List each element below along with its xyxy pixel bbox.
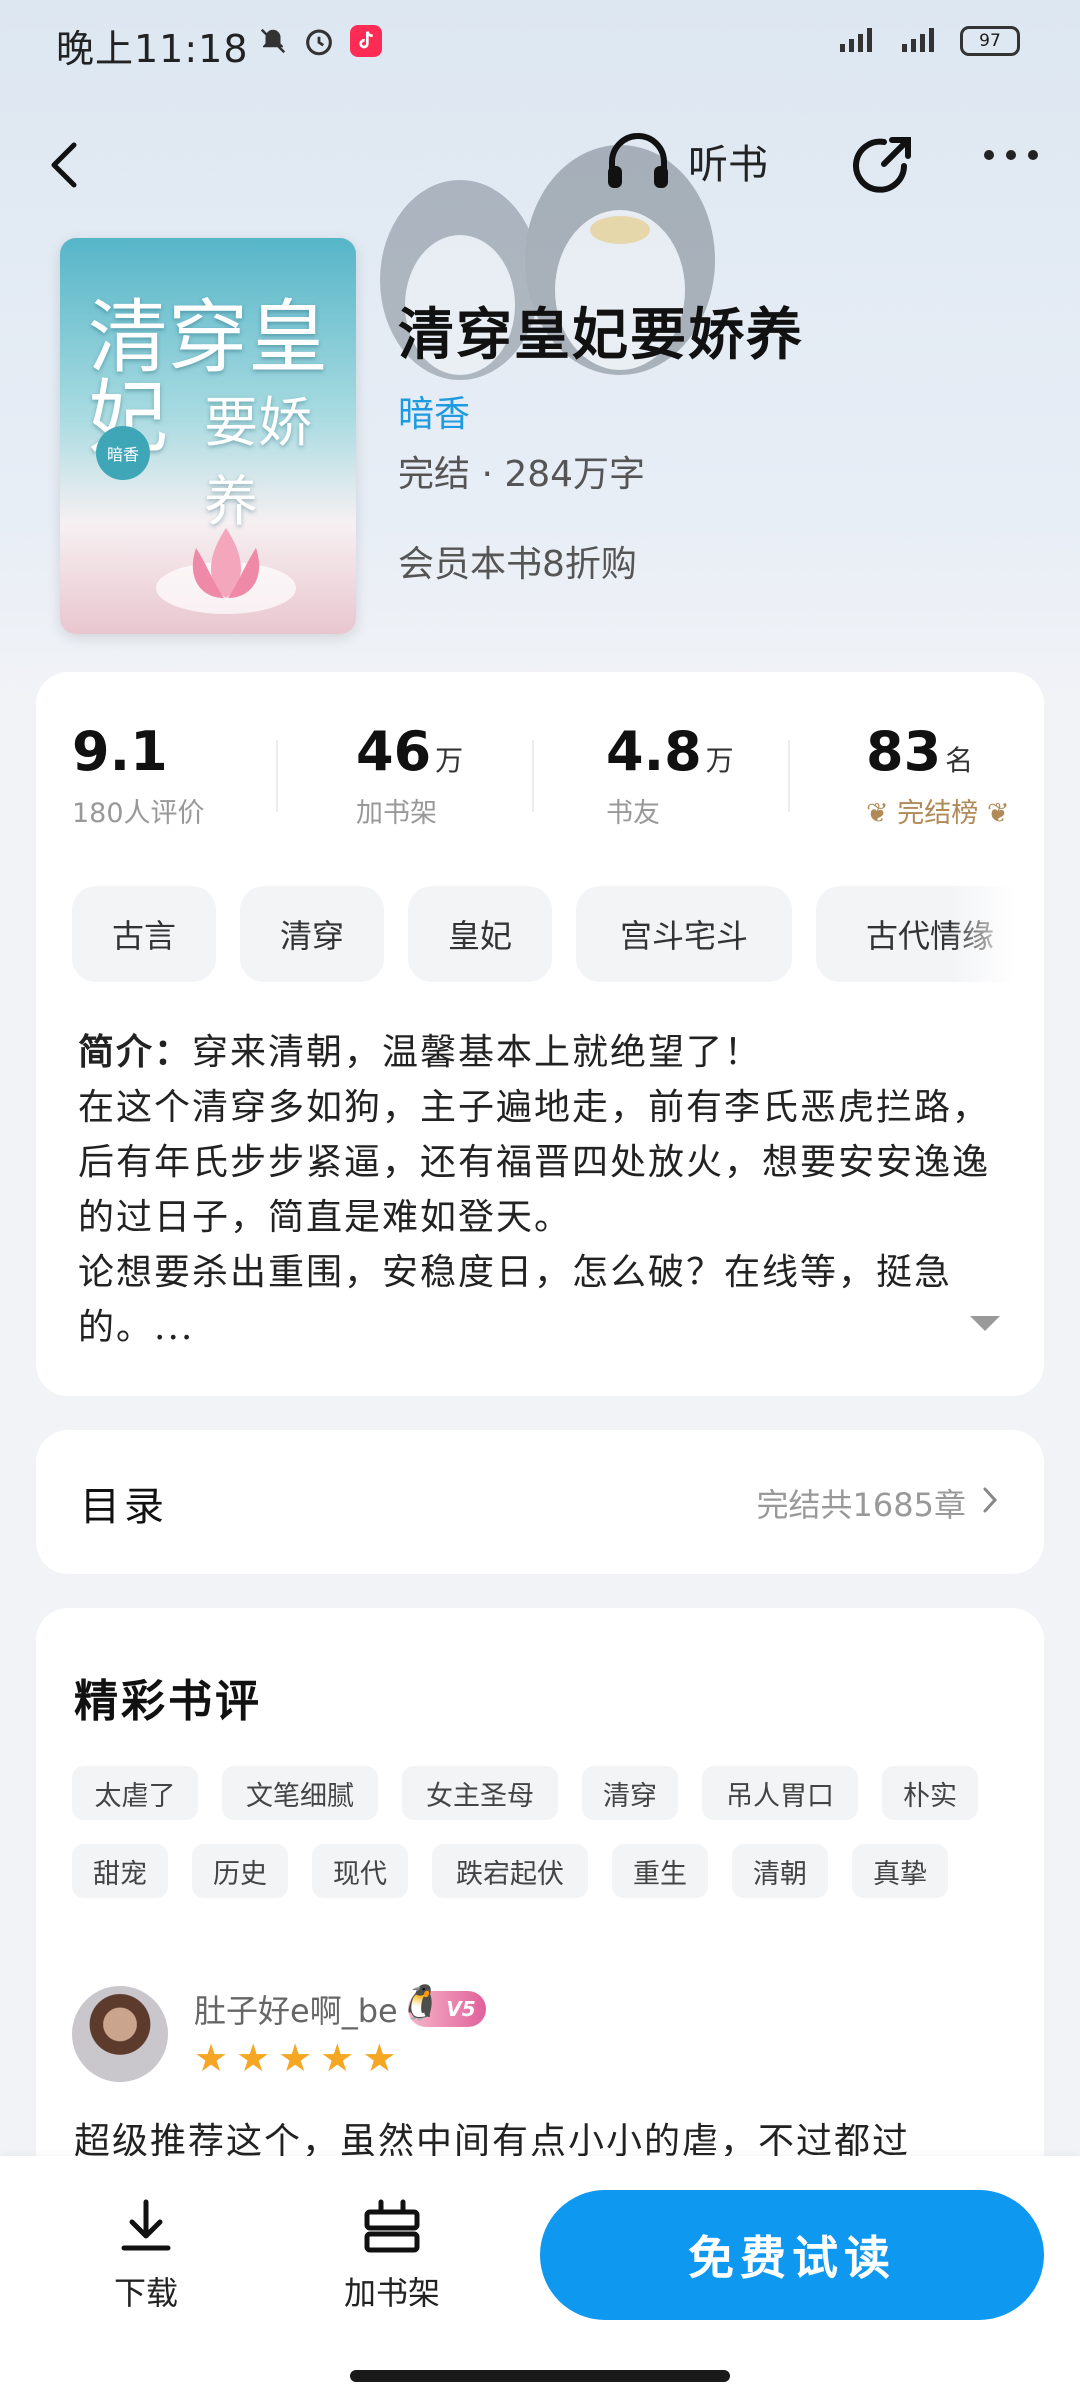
- toc-title: 目录: [80, 1484, 168, 1530]
- book-title: 清穿皇妃要娇养: [398, 302, 804, 368]
- penguin-icon: 🐧: [397, 1983, 441, 2023]
- genre-tag[interactable]: 古言: [72, 886, 216, 982]
- download-button[interactable]: 下载: [114, 2196, 178, 2314]
- laurel-right-icon: ❦: [986, 798, 1010, 829]
- review-tag[interactable]: 历史: [192, 1844, 288, 1898]
- review-text[interactable]: 超级推荐这个，虽然中间有点小小的虐，不过都过: [74, 2112, 1014, 2160]
- vip-level-badge: 🐧 V5: [398, 1983, 486, 2027]
- review-tag[interactable]: 朴实: [882, 1766, 978, 1820]
- intro-paragraph: 在这个清穿多如狗，主子遍地走，前有李氏恶虎拦路，后有年氏步步紧逼，还有福晋四处放…: [78, 1087, 991, 1238]
- cover-author-seal: 暗香: [96, 426, 150, 480]
- status-time: 晚上11:18: [56, 27, 249, 71]
- intro-label: 简介：: [78, 1031, 193, 1073]
- review-tag[interactable]: 文笔细腻: [222, 1766, 378, 1820]
- expand-intro-icon[interactable]: [970, 1316, 1000, 1331]
- add-to-shelf-label: 加书架: [344, 2274, 441, 2312]
- reviewer-info[interactable]: 肚子好e啊_be 🐧 V5: [194, 1983, 486, 2032]
- listen-button[interactable]: 听书: [604, 130, 768, 192]
- book-cover[interactable]: 清穿皇妃 要娇养 暗香: [60, 238, 356, 634]
- genre-tag[interactable]: 皇妃: [408, 886, 552, 982]
- star-icon: ★: [194, 2036, 229, 2080]
- review-rating-stars: ★ ★ ★ ★ ★: [194, 2036, 396, 2080]
- more-options-button[interactable]: [984, 150, 1038, 160]
- book-status: 完结 · 284万字: [398, 454, 646, 495]
- signal-4g-icon: [898, 24, 944, 58]
- more-dot-icon: [984, 150, 994, 160]
- silent-bell-icon: [258, 26, 288, 60]
- battery-indicator: 97: [960, 26, 1020, 56]
- listen-label: 听书: [688, 142, 768, 188]
- vip-discount-text[interactable]: 会员本书8折购: [398, 535, 637, 587]
- genre-tag[interactable]: 宫斗宅斗: [576, 886, 792, 982]
- stat-readers[interactable]: 4.8 万 书友: [606, 720, 734, 830]
- review-tag[interactable]: 重生: [612, 1844, 708, 1898]
- bookshelf-icon: [357, 2196, 427, 2268]
- review-tag[interactable]: 甜宠: [72, 1844, 168, 1898]
- reviews-title: 精彩书评: [74, 1676, 262, 1727]
- review-tag[interactable]: 清穿: [582, 1766, 678, 1820]
- chevron-right-icon: [982, 1484, 998, 1522]
- stat-rating[interactable]: 9.1 180人评价: [72, 720, 205, 830]
- book-author-link[interactable]: 暗香: [398, 385, 470, 437]
- star-icon: ★: [236, 2036, 271, 2080]
- stat-rank[interactable]: 83 名 ❦ 完结榜 ❦: [866, 720, 1009, 830]
- stat-rating-label: 180人评价: [72, 798, 205, 829]
- lotus-illustration: [156, 528, 296, 614]
- stat-divider: [788, 740, 790, 812]
- download-icon: [116, 2196, 176, 2268]
- share-button[interactable]: [848, 130, 918, 200]
- stat-bookshelf[interactable]: 46 万 加书架: [356, 720, 463, 830]
- stat-divider: [276, 740, 278, 812]
- back-button[interactable]: [40, 135, 90, 195]
- free-read-button[interactable]: 免费试读: [540, 2190, 1044, 2320]
- review-tag[interactable]: 清朝: [732, 1844, 828, 1898]
- signal-5g-icon: [836, 24, 882, 58]
- headphones-icon: [604, 130, 672, 192]
- laurel-left-icon: ❦: [866, 798, 889, 829]
- star-icon: ★: [320, 2036, 355, 2080]
- review-tag[interactable]: 跌宕起伏: [432, 1844, 588, 1898]
- intro-paragraph: 论想要杀出重围，安稳度日，怎么破？在线等，挺急的。...: [78, 1252, 953, 1348]
- review-tag[interactable]: 现代: [312, 1844, 408, 1898]
- review-tag[interactable]: 真挚: [852, 1844, 948, 1898]
- stat-rank-label: 完结榜: [897, 798, 979, 829]
- review-tag[interactable]: 女主圣母: [402, 1766, 558, 1820]
- download-label: 下载: [114, 2274, 179, 2312]
- share-icon: [848, 137, 918, 204]
- genre-tag[interactable]: 清穿: [240, 886, 384, 982]
- alarm-icon: [302, 24, 336, 62]
- stat-readers-label: 书友: [606, 798, 660, 829]
- star-icon: ★: [362, 2036, 397, 2080]
- reviewer-name: 肚子好e啊_be: [194, 1992, 398, 2030]
- review-tag[interactable]: 太虐了: [72, 1766, 198, 1820]
- add-to-shelf-button[interactable]: 加书架: [344, 2196, 440, 2314]
- tags-fade-overlay: [950, 880, 1044, 988]
- star-icon: ★: [278, 2036, 313, 2080]
- reviewer-avatar[interactable]: [72, 1986, 168, 2082]
- review-tag[interactable]: 吊人胃口: [702, 1766, 858, 1820]
- toc-chapter-count[interactable]: 完结共1685章: [757, 1480, 998, 1526]
- stat-bookshelf-label: 加书架: [356, 798, 437, 829]
- home-indicator[interactable]: [350, 2370, 730, 2382]
- tiktok-icon: [350, 25, 382, 61]
- stat-divider: [532, 740, 534, 812]
- book-intro[interactable]: 简介：穿来清朝，温馨基本上就绝望了！ 在这个清穿多如狗，主子遍地走，前有李氏恶虎…: [78, 1025, 1008, 1355]
